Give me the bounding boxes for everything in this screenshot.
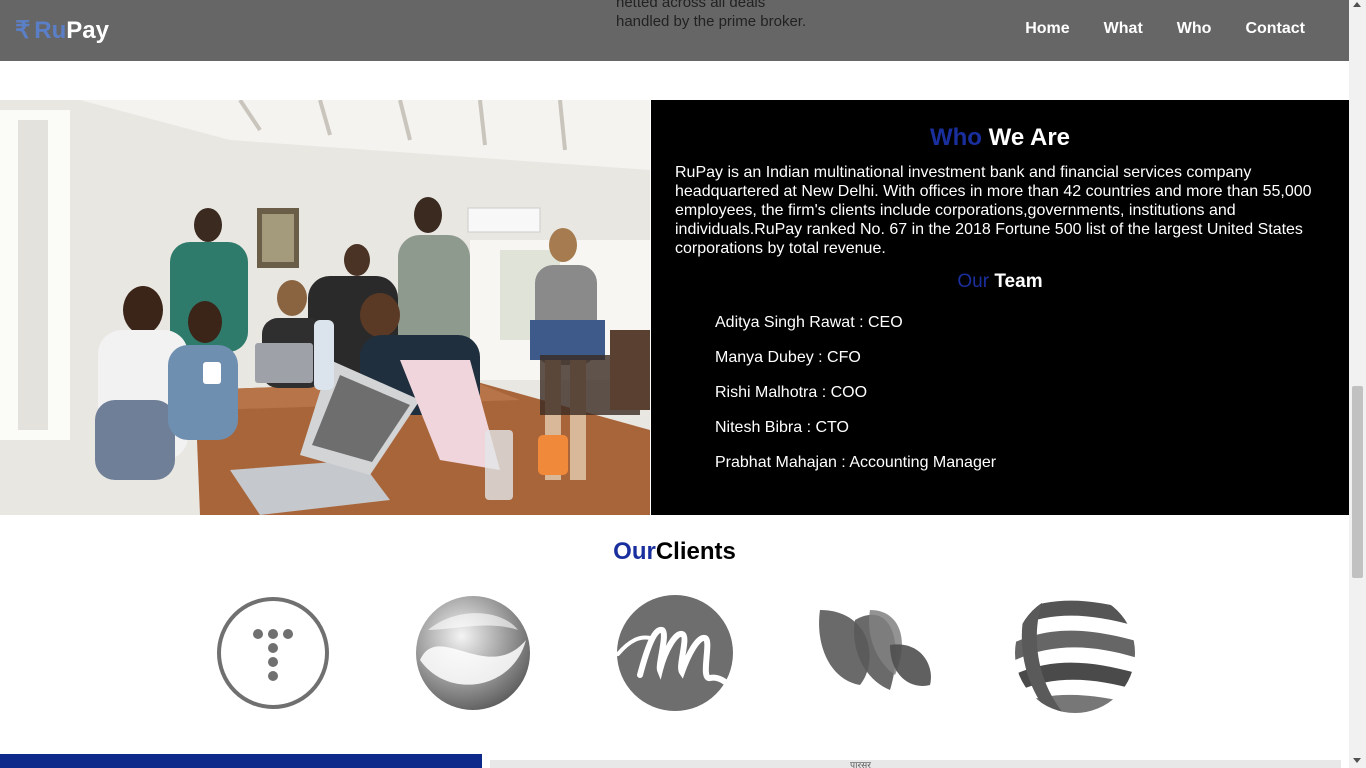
rupee-icon: ₹ <box>15 17 31 44</box>
team-list: Aditya Singh Rawat : CEO Manya Dubey : C… <box>715 313 996 488</box>
leaves-logo-icon <box>819 610 931 690</box>
team-member: Nitesh Bibra : CTO <box>715 419 849 436</box>
scrolled-text: netted across all deals handled by the p… <box>616 0 807 30</box>
m-script-logo-icon <box>616 595 735 711</box>
who-description: RuPay is an Indian multinational investm… <box>675 164 1312 257</box>
client-logo-striped-globe[interactable] <box>1010 590 1140 720</box>
swirl-sphere-logo-icon <box>416 596 530 710</box>
dots-t-logo-icon <box>217 597 329 709</box>
who-title: Who We Are <box>929 124 1071 151</box>
main-menu: Home What Who Contact <box>1025 20 1305 38</box>
team-member: Manya Dubey : CFO <box>715 349 861 366</box>
client-logo-leaves[interactable] <box>810 590 940 720</box>
nav-who[interactable]: Who <box>1177 20 1212 38</box>
map-embed[interactable]: पारसर <box>490 760 1341 768</box>
clients-title: OurClients <box>613 538 736 565</box>
client-logo-dots-t[interactable] <box>208 590 338 720</box>
map-label: पारसर <box>850 760 871 768</box>
nav-home[interactable]: Home <box>1025 20 1069 38</box>
team-title: Our Team <box>957 271 1043 292</box>
nav-what[interactable]: What <box>1104 20 1143 38</box>
client-logo-swirl[interactable] <box>408 590 538 720</box>
page-scrollbar[interactable] <box>1349 0 1366 768</box>
nav-contact[interactable]: Contact <box>1245 20 1305 38</box>
who-we-are-section: Who We Are RuPay is an Indian multinatio… <box>651 100 1349 515</box>
logo[interactable]: ₹ RuPay <box>15 16 109 45</box>
team-member: Aditya Singh Rawat : CEO <box>715 314 903 331</box>
logo-ru: Ru <box>34 16 67 44</box>
scroll-up-icon[interactable] <box>1353 2 1361 7</box>
client-logo-m-script[interactable] <box>610 590 740 720</box>
striped-globe-logo-icon <box>1015 593 1135 713</box>
scroll-down-icon[interactable] <box>1353 758 1361 763</box>
page: ₹ RuPay Home What Who Contact netted acr… <box>0 0 1366 768</box>
footer-contact-panel <box>0 754 482 768</box>
team-photo <box>0 100 650 515</box>
scroll-thumb[interactable] <box>1352 386 1363 578</box>
team-member: Prabhat Mahajan : Accounting Manager <box>715 454 997 471</box>
logo-pay: Pay <box>66 16 109 44</box>
team-member: Rishi Malhotra : COO <box>715 384 868 401</box>
